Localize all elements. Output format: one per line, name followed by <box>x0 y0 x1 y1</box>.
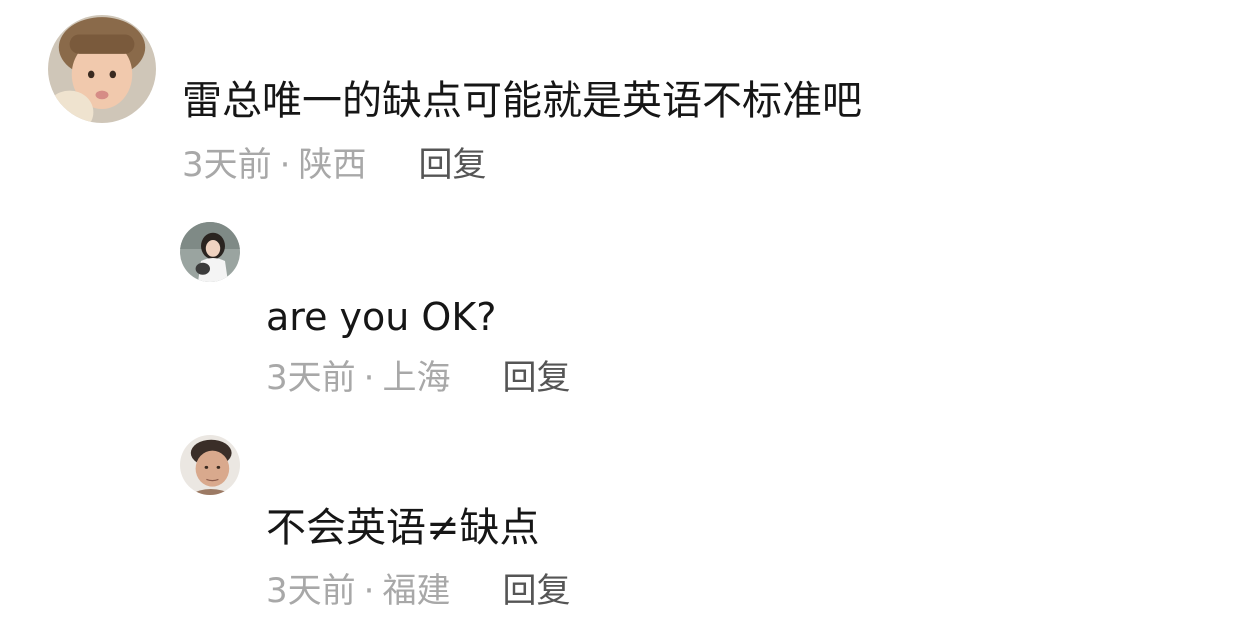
meta-separator: · <box>279 145 291 185</box>
avatar-image <box>180 435 240 495</box>
reply-button[interactable]: 回复 <box>502 361 570 395</box>
reply-time: 3天前 <box>266 571 356 611</box>
reply-button[interactable]: 回复 <box>502 574 570 608</box>
avatar-image <box>48 15 156 123</box>
reply-button[interactable]: 回复 <box>418 148 486 182</box>
reply-meta: 3天前 · 福建 回复 <box>266 574 570 608</box>
man-avatar-icon[interactable] <box>180 435 240 495</box>
reply-time: 3天前 <box>266 358 356 398</box>
reply-text: are you OK? <box>266 295 497 339</box>
comment-location: 陕西 <box>298 145 367 185</box>
reply-location: 福建 <box>382 571 451 611</box>
reply-location: 上海 <box>382 358 451 398</box>
meta-separator: · <box>363 358 375 398</box>
comment-text: 雷总唯一的缺点可能就是英语不标准吧 <box>182 78 862 124</box>
reply-meta: 3天前 · 上海 回复 <box>266 361 570 395</box>
comment-time: 3天前 <box>182 145 272 185</box>
girl-avatar-icon[interactable] <box>180 222 240 282</box>
child-avatar-icon[interactable] <box>48 15 156 123</box>
comment-thread: 雷总唯一的缺点可能就是英语不标准吧 3天前 · 陕西 回复 are you OK… <box>0 0 1242 630</box>
reply-text: 不会英语≠缺点 <box>266 505 540 551</box>
meta-separator: · <box>363 571 375 611</box>
avatar-image <box>180 222 240 282</box>
comment-meta: 3天前 · 陕西 回复 <box>182 148 486 182</box>
